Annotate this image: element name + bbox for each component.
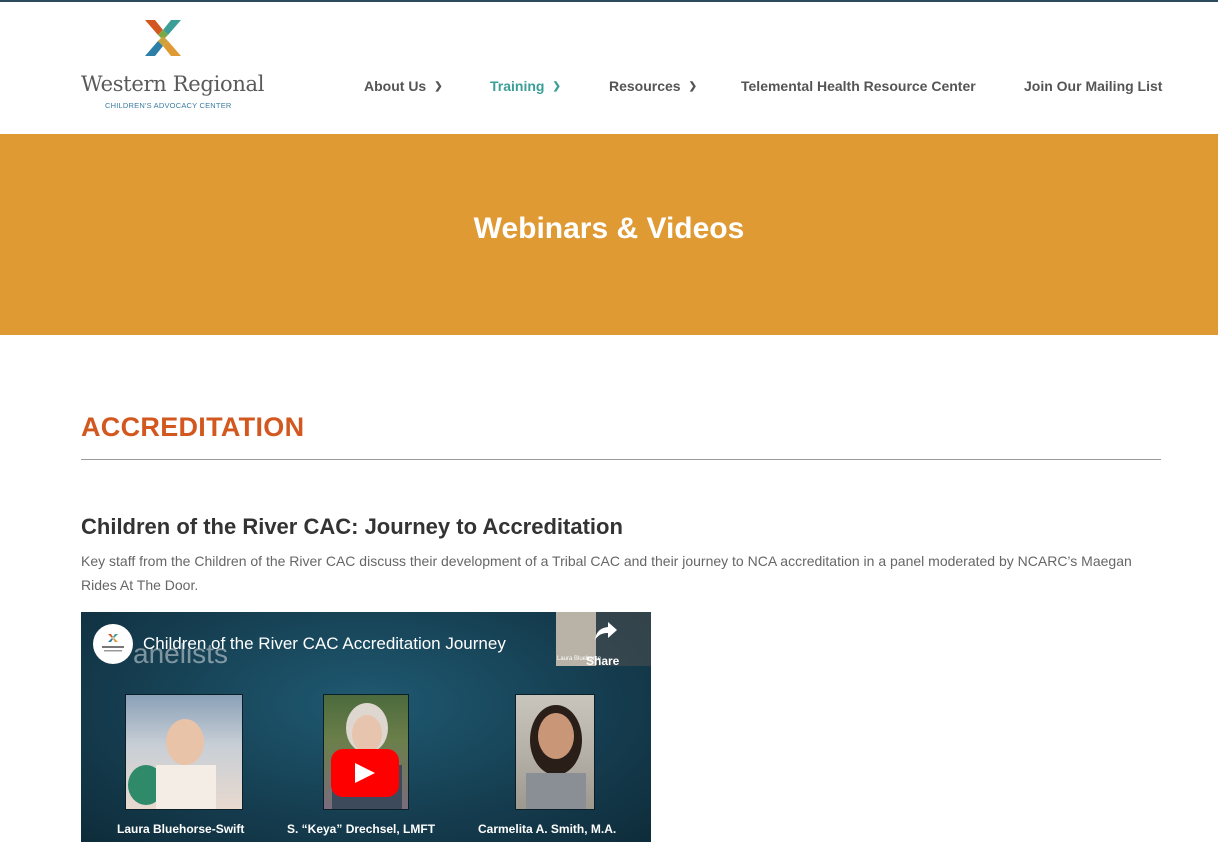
video-description: Key staff from the Children of the River…: [81, 553, 1132, 593]
player-title[interactable]: Children of the River CAC Accreditation …: [143, 634, 506, 654]
panelist-clothing: [526, 773, 586, 809]
panelist-face: [352, 715, 382, 753]
channel-avatar[interactable]: [93, 624, 133, 664]
panelist-name-1: Laura Bluehorse-Swift: [117, 822, 245, 836]
site-logo[interactable]: Western Regional CHILDREN'S ADVOCACY CEN…: [81, 16, 264, 116]
panelist-face: [166, 719, 204, 765]
play-button[interactable]: [331, 749, 399, 797]
nav-label: Resources: [609, 78, 681, 94]
share-button[interactable]: Laura Bluehorse Share: [556, 612, 651, 668]
panelist-photo-3: [515, 694, 595, 810]
logo-subtitle: CHILDREN'S ADVOCACY CENTER: [105, 101, 232, 110]
share-label: Share: [586, 654, 620, 668]
panelist-photo-1: [125, 694, 243, 810]
nav-mailing-list[interactable]: Join Our Mailing List: [1024, 78, 1162, 94]
youtube-player[interactable]: anelists Children of the River CAC Accre…: [81, 612, 651, 842]
nav-resources[interactable]: Resources ❯: [609, 78, 697, 94]
chevron-down-icon: ❯: [434, 81, 443, 92]
panelist-name-2: S. “Keya” Drechsel, LMFT: [287, 822, 436, 836]
chevron-down-icon: ❯: [552, 81, 561, 92]
logo-mark-icon: [145, 20, 181, 56]
page-banner: Webinars & Videos: [0, 134, 1218, 335]
nav-label: Join Our Mailing List: [1024, 78, 1163, 94]
nav-label: About Us: [364, 78, 427, 94]
share-arrow-icon: [595, 622, 617, 640]
main-nav: About Us ❯ Training ❯ Resources ❯ Telementa…: [0, 78, 1218, 100]
section-heading: ACCREDITATION: [81, 412, 305, 442]
video-title: Children of the River CAC: Journey to Ac…: [81, 514, 623, 539]
play-icon: [355, 763, 375, 783]
nav-training[interactable]: Training ❯: [490, 78, 561, 94]
nav-label: Telemental Health Resource Center: [741, 78, 976, 94]
nav-label: Training: [490, 78, 545, 94]
page-title: Webinars & Videos: [473, 212, 745, 245]
panelist-name-3: Carmelita A. Smith, M.A.: [478, 822, 617, 836]
channel-logo-icon: [102, 634, 124, 652]
nav-telemental-health[interactable]: Telemental Health Resource Center: [741, 78, 976, 94]
panelist-face: [538, 713, 574, 759]
panelist-clothing: [156, 765, 216, 809]
chevron-down-icon: ❯: [688, 81, 697, 92]
section-divider: [81, 459, 1161, 460]
nav-about-us[interactable]: About Us ❯: [364, 78, 443, 94]
site-header: Western Regional CHILDREN'S ADVOCACY CEN…: [0, 2, 1218, 134]
